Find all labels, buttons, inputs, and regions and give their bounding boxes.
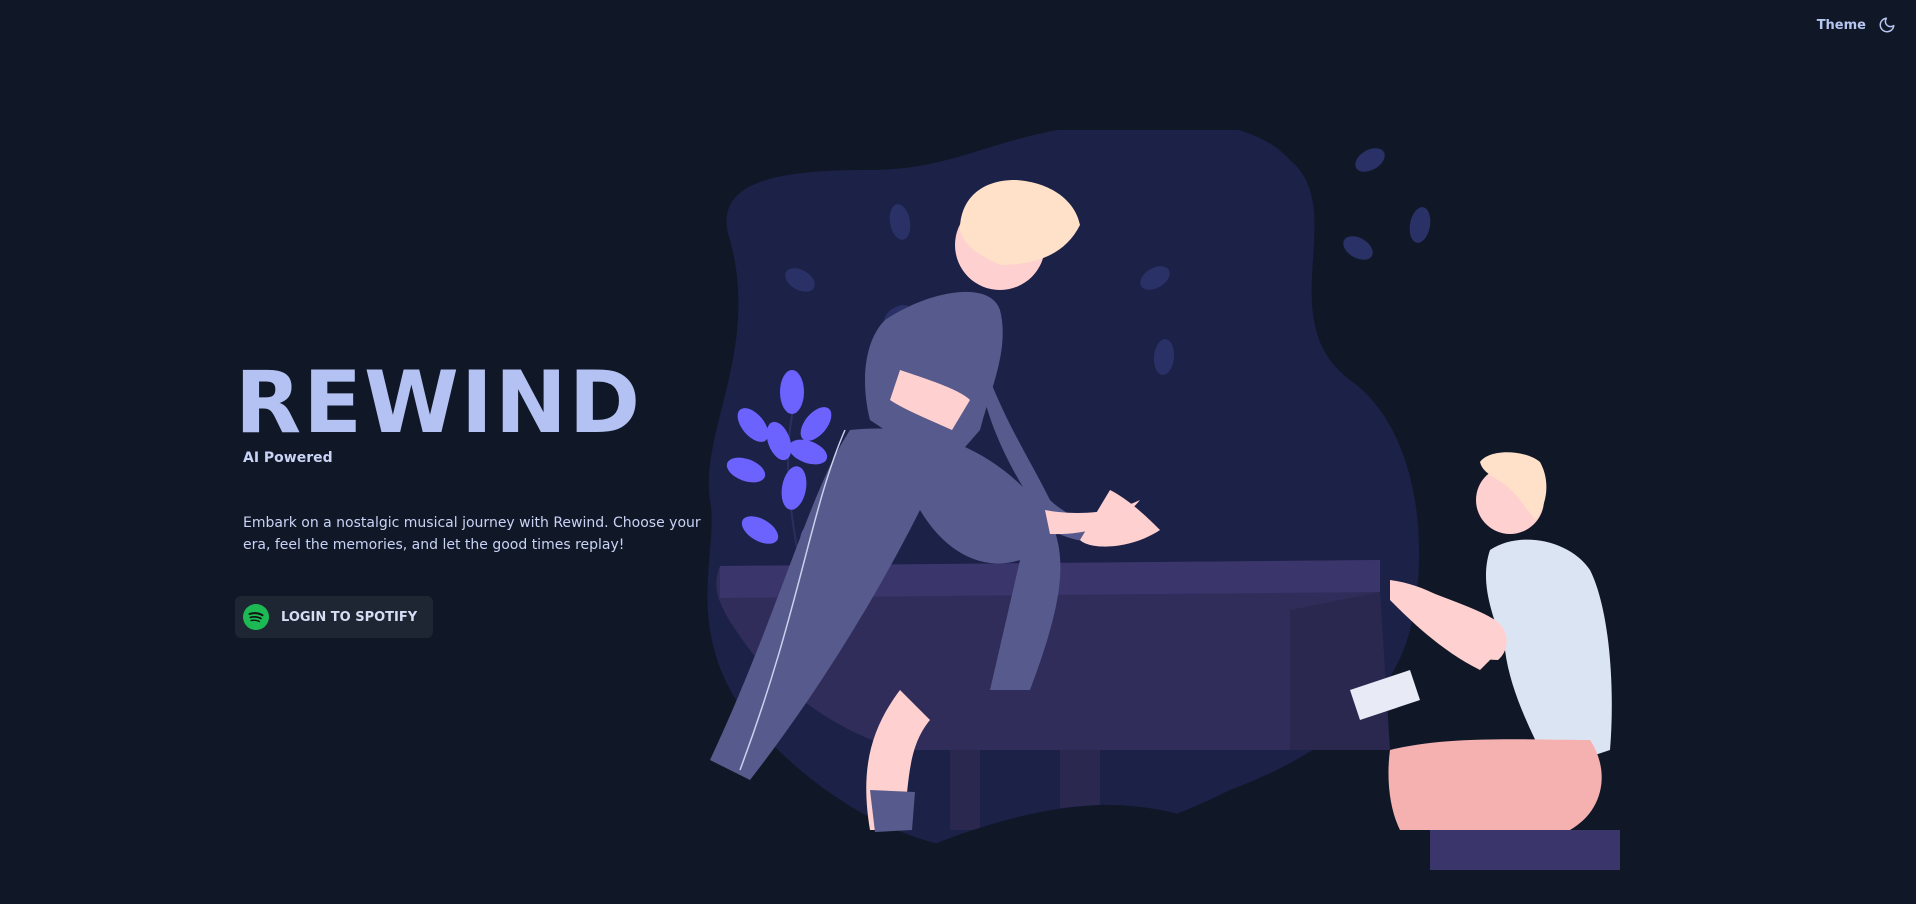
topbar: Theme: [1817, 14, 1898, 36]
hero-section: REWIND AI Powered Embark on a nostalgic …: [235, 353, 701, 556]
landing-page: Theme REWIND AI Powered Embark on a nost…: [0, 0, 1916, 904]
man-figure: [1388, 452, 1612, 830]
moon-icon: [1879, 17, 1895, 33]
theme-label: Theme: [1816, 17, 1866, 33]
app-title: REWIND: [235, 353, 643, 453]
app-description: Embark on a nostalgic musical journey wi…: [243, 515, 701, 553]
login-button-label: LOGIN TO SPOTIFY: [281, 609, 418, 625]
login-to-spotify-button[interactable]: LOGIN TO SPOTIFY: [235, 596, 434, 638]
theme-toggle-button[interactable]: [1876, 14, 1898, 36]
piano-duet-illustration: [707, 130, 1620, 904]
spotify-icon: [243, 604, 269, 630]
